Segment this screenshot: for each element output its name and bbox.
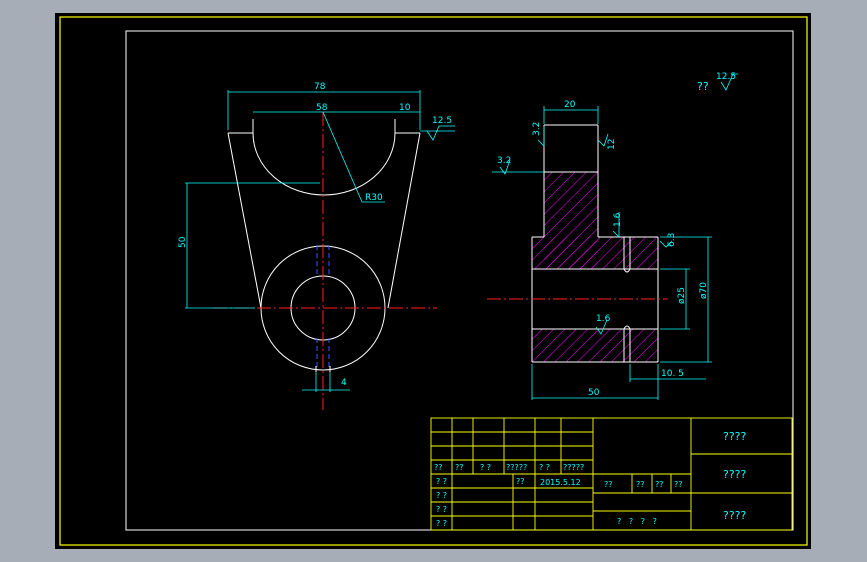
hatch-upper-left [532, 237, 598, 269]
title-cell-middle: ???? [723, 468, 747, 481]
dim-r30: R30 [365, 193, 383, 203]
roughness-side: 6.3 [667, 233, 677, 247]
dim-20: 20 [564, 100, 576, 110]
roughness-step: 3.2 [497, 156, 511, 166]
sign-cell-1: ?? [434, 463, 443, 472]
scale-row: ? ? ? ? [617, 517, 657, 526]
stage-header-4: ?? [674, 480, 683, 489]
stage-header-3: ?? [655, 480, 664, 489]
sign-cell-5: ? ? [539, 463, 550, 472]
sign-cell-3: ? ? [480, 463, 491, 472]
hatch-upper-right [598, 237, 658, 269]
row-label-3: ? ? [436, 519, 447, 528]
roughness-shaft-left: 3.2 [532, 122, 542, 136]
hatch-lower [532, 329, 658, 362]
dim-10-5: 10. 5 [661, 369, 684, 379]
dim-50-horizontal: 50 [588, 388, 600, 398]
designer-label: ? ? [436, 477, 447, 486]
dim-58: 58 [316, 103, 328, 113]
stage-header-2: ?? [636, 480, 645, 489]
sign-cell-6: ????? [563, 463, 584, 472]
general-roughness-value: 12.5 [716, 72, 736, 82]
title-cell-top: ???? [723, 430, 747, 443]
sign-cell-4: ????? [506, 463, 527, 472]
roughness-shaft-right: 12 [607, 139, 617, 150]
dim-4: 4 [341, 378, 347, 388]
sign-cell-2: ?? [455, 463, 464, 472]
stage-header-1: ?? [604, 480, 613, 489]
roughness-face: 1.6 [613, 212, 623, 227]
title-cell-bottom: ???? [723, 509, 747, 522]
roughness-front: 12.5 [432, 116, 452, 126]
date-value: 2015.5.12 [540, 478, 581, 487]
general-roughness-label: ?? [697, 80, 709, 93]
dim-78: 78 [314, 82, 326, 92]
row-label-2: ? ? [436, 505, 447, 514]
roughness-bore: 1.6 [596, 314, 611, 324]
date-prefix: ?? [516, 477, 525, 486]
cad-drawing: 78 58 10 R30 4 12.5 50 20 50 10. 5 3.2 1… [55, 13, 811, 549]
dim-dia25: ø25 [677, 287, 687, 304]
row-label-1: ? ? [436, 491, 447, 500]
dim-10: 10 [399, 103, 411, 113]
dim-dia70: ø70 [699, 282, 709, 299]
sheet-background [55, 13, 811, 549]
dim-50-vertical: 50 [178, 236, 188, 248]
